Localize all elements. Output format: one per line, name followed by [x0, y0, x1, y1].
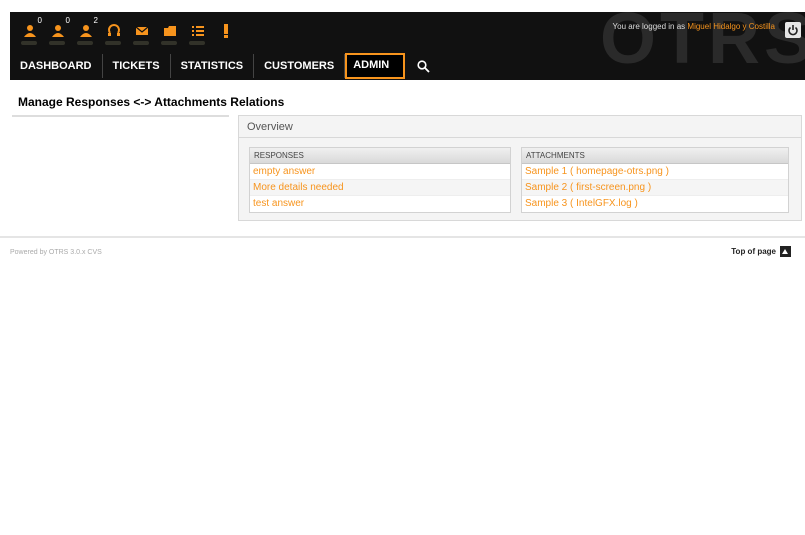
attachments-header[interactable]: ATTACHMENTS — [522, 148, 788, 164]
response-link[interactable]: More details needed — [250, 180, 510, 196]
overview-panel: Overview RESPONSES empty answer More det… — [238, 115, 802, 221]
search-icon — [417, 59, 430, 73]
watched-tickets-icon[interactable]: 0 — [46, 16, 70, 46]
attachments-table: ATTACHMENTS Sample 1 ( homepage-otrs.png… — [521, 147, 789, 213]
attachment-link[interactable]: Sample 3 ( IntelGFX.log ) — [522, 196, 788, 212]
locked-tickets-icon[interactable]: 0 — [18, 16, 42, 46]
locked-count: 0 — [37, 16, 42, 25]
response-link[interactable]: test answer — [250, 196, 510, 212]
nav-admin-label: ADMIN — [353, 59, 390, 71]
responses-header[interactable]: RESPONSES — [250, 148, 510, 164]
queue-view-icon[interactable] — [158, 16, 182, 46]
responses-table: RESPONSES empty answer More details need… — [249, 147, 511, 213]
email-ticket-icon[interactable] — [130, 16, 154, 46]
powered-by: Powered by OTRS 3.0.x CVS — [10, 249, 102, 256]
watched-count: 0 — [65, 16, 70, 25]
sidebar-divider — [12, 115, 229, 117]
nav-tickets[interactable]: TICKETS — [103, 54, 171, 78]
escalation-view-icon[interactable] — [214, 16, 238, 46]
nav-statistics[interactable]: STATISTICS — [171, 54, 255, 78]
top-of-page-label: Top of page — [731, 247, 776, 256]
nav-customers[interactable]: CUSTOMERS — [254, 54, 346, 78]
footer-divider — [0, 236, 805, 238]
nav-admin[interactable]: ADMIN — [345, 53, 406, 79]
responsible-count: 2 — [93, 16, 98, 25]
phone-ticket-icon[interactable] — [102, 16, 126, 46]
login-prefix: You are logged in as — [612, 22, 686, 31]
responsible-tickets-icon[interactable]: 2 — [74, 16, 98, 46]
nav-search-button[interactable] — [405, 54, 441, 78]
page-title: Manage Responses <-> Attachments Relatio… — [18, 95, 285, 109]
arrow-up-icon — [780, 246, 791, 257]
attachment-link[interactable]: Sample 2 ( first-screen.png ) — [522, 180, 788, 196]
toolbar: 0 0 2 — [18, 16, 242, 46]
header-bar: OTRS 0 0 2 You are logged in as Miguel H… — [10, 12, 805, 80]
login-info: You are logged in as Miguel Hidalgo y Co… — [613, 22, 775, 31]
power-icon — [788, 25, 798, 36]
response-link[interactable]: empty answer — [250, 164, 510, 180]
overview-title: Overview — [239, 116, 801, 138]
user-link[interactable]: Miguel Hidalgo y Costilla — [687, 22, 775, 31]
attachment-link[interactable]: Sample 1 ( homepage-otrs.png ) — [522, 164, 788, 180]
main-nav: DASHBOARD TICKETS STATISTICS CUSTOMERS A… — [10, 53, 441, 80]
logout-button[interactable] — [785, 22, 801, 38]
nav-dashboard[interactable]: DASHBOARD — [10, 54, 103, 78]
top-of-page-link[interactable]: Top of page — [731, 246, 791, 257]
status-view-icon[interactable] — [186, 16, 210, 46]
